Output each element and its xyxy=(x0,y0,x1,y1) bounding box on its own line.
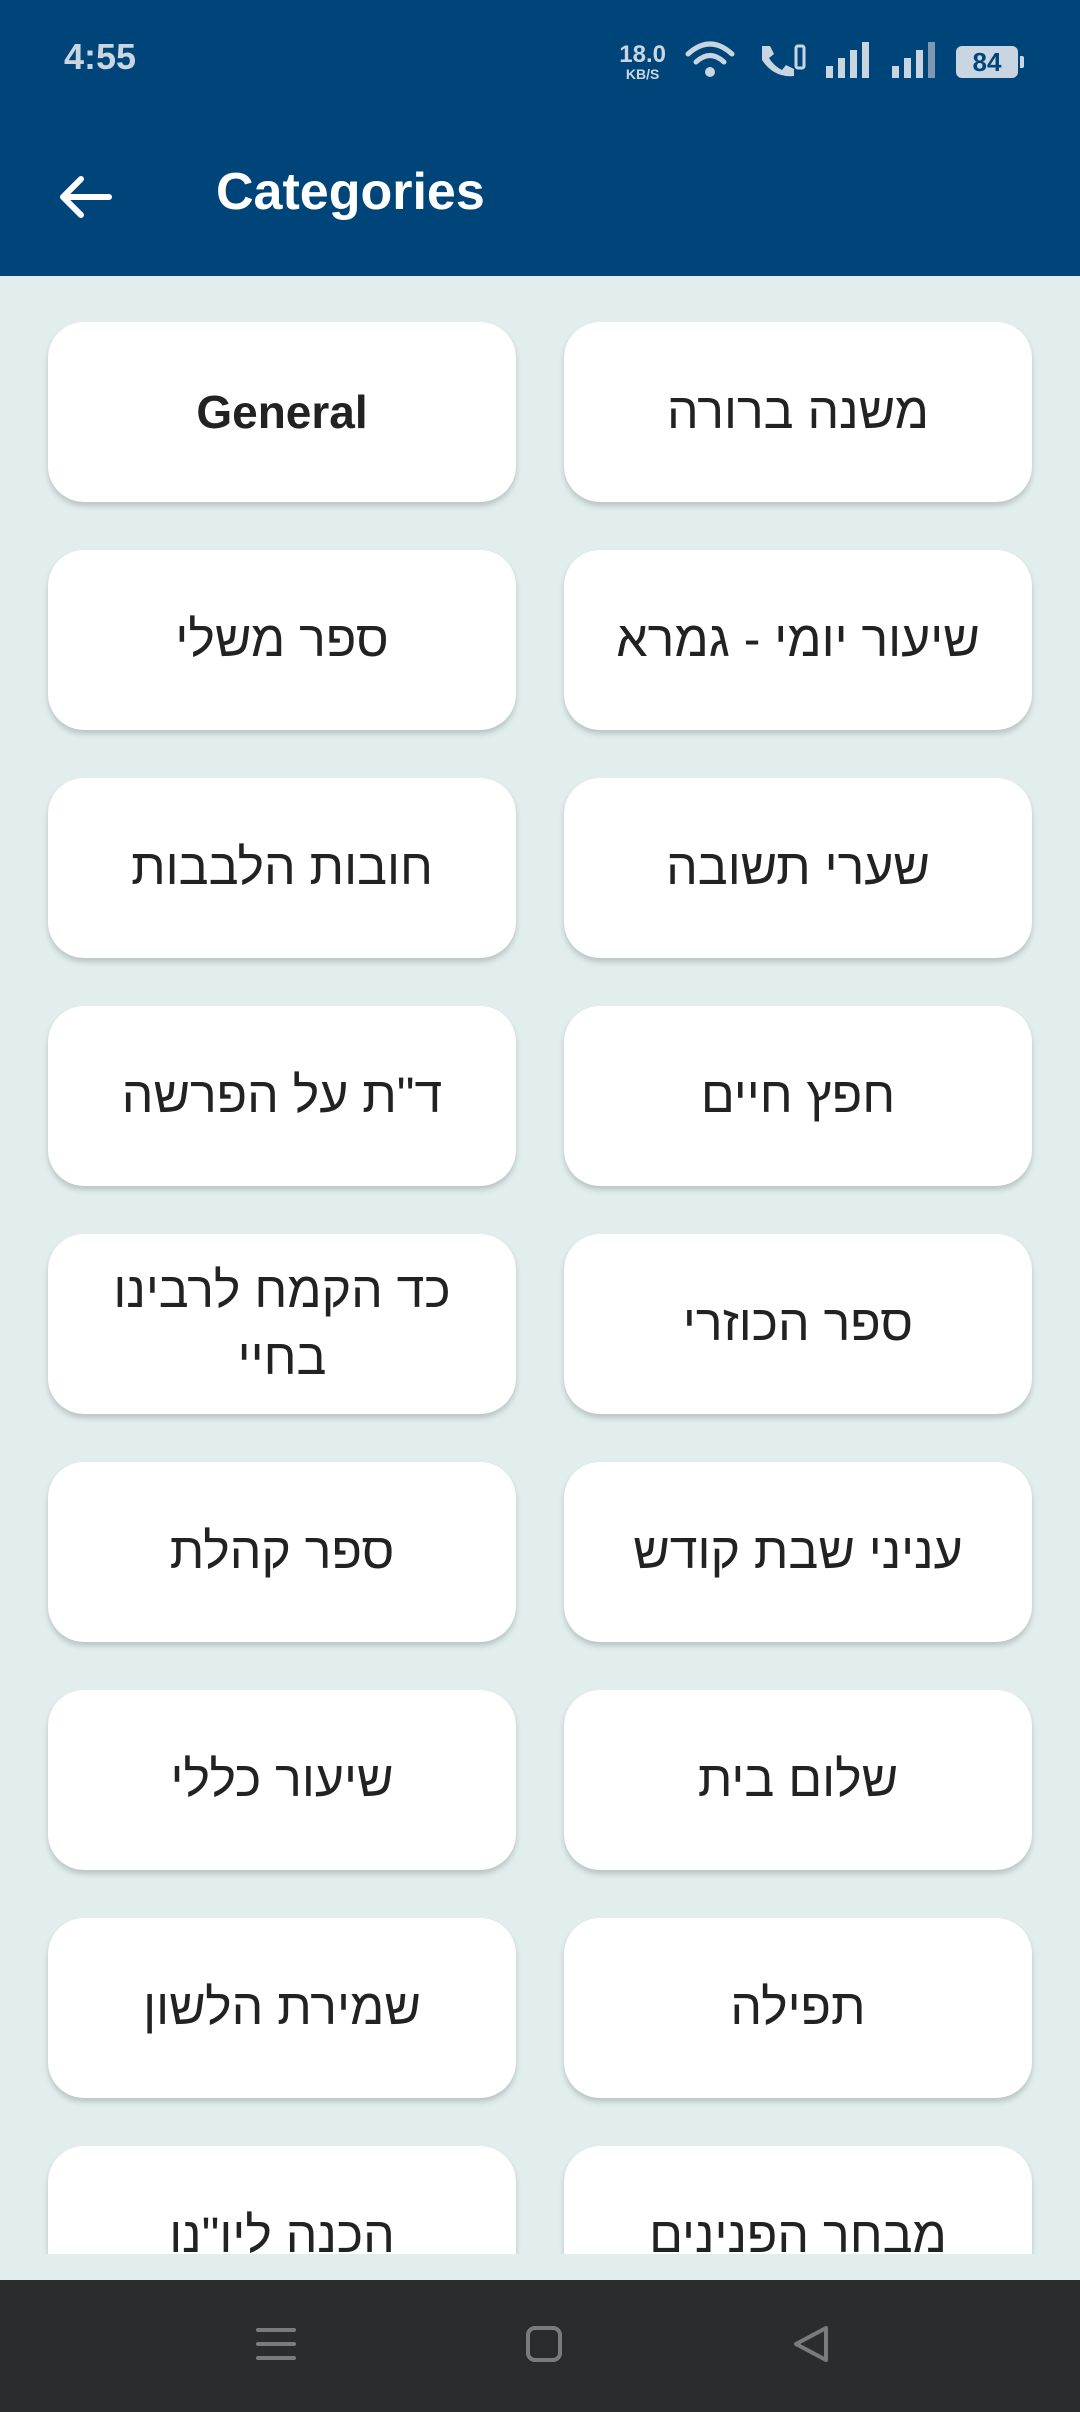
category-card-shmirat-halashon[interactable]: שמירת הלשון xyxy=(48,1918,516,2098)
home-button[interactable] xyxy=(494,2310,594,2382)
category-card-kuzari[interactable]: ספר הכוזרי xyxy=(564,1234,1032,1414)
category-card-mishnah-berurah[interactable]: משנה ברורה xyxy=(564,322,1032,502)
menu-icon xyxy=(254,2324,298,2369)
recent-apps-button[interactable] xyxy=(226,2310,326,2382)
status-time: 4:55 xyxy=(64,36,137,77)
category-grid: General משנה ברורה ספר משלי שיעור יומי -… xyxy=(48,322,1032,2254)
category-card-shabbat[interactable]: עניני שבת קודש xyxy=(564,1462,1032,1642)
category-card-shalom-bayit[interactable]: שלום בית xyxy=(564,1690,1032,1870)
category-card-chovot-halevavot[interactable]: חובות הלבבות xyxy=(48,778,516,958)
battery-icon: 84 xyxy=(956,46,1024,78)
status-bar: 4:55 18.0 KB/S 84 xyxy=(0,0,1080,122)
category-card-general[interactable]: General xyxy=(48,322,516,502)
net-speed-unit: KB/S xyxy=(625,66,660,82)
net-speed: 18.0 KB/S xyxy=(619,41,666,82)
category-card-sefer-mishlei[interactable]: ספר משלי xyxy=(48,550,516,730)
system-nav-bar xyxy=(0,2280,1080,2412)
signal-icon xyxy=(890,40,938,85)
battery-level: 84 xyxy=(972,46,1002,77)
net-speed-value: 18.0 xyxy=(619,41,666,68)
page-title: Categories xyxy=(216,163,485,221)
category-card-dvar-torah[interactable]: ד"ת על הפרשה xyxy=(48,1006,516,1186)
category-card-mivchar-hapeninim[interactable]: מבחר הפנינים xyxy=(564,2146,1032,2254)
category-card-tefillah[interactable]: תפילה xyxy=(564,1918,1032,2098)
category-card-daily-gemara[interactable]: שיעור יומי - גמרא xyxy=(564,550,1032,730)
category-card-general-lesson[interactable]: שיעור כללי xyxy=(48,1690,516,1870)
category-card-hachana[interactable]: הכנה ליו"נו xyxy=(48,2146,516,2254)
app-bar: Categories xyxy=(0,122,1080,276)
status-icons: 18.0 KB/S 84 xyxy=(619,38,1024,86)
back-nav-button[interactable] xyxy=(760,2310,860,2382)
wifi-calling-icon xyxy=(754,40,806,85)
signal-icon xyxy=(824,40,872,85)
back-button[interactable] xyxy=(40,154,130,244)
wifi-icon xyxy=(684,40,736,85)
home-square-icon xyxy=(524,2324,564,2369)
category-card-shaarei-teshuva[interactable]: שערי תשובה xyxy=(564,778,1032,958)
category-card-kohelet[interactable]: ספר קהלת xyxy=(48,1462,516,1642)
category-list[interactable]: General משנה ברורה ספר משלי שיעור יומי -… xyxy=(0,276,1080,2254)
category-card-chafetz-chaim[interactable]: חפץ חיים xyxy=(564,1006,1032,1186)
arrow-left-icon xyxy=(57,173,113,226)
back-triangle-icon xyxy=(788,2322,832,2371)
category-card-kad-hakemach[interactable]: כד הקמח לרבינו בחיי xyxy=(48,1234,516,1414)
